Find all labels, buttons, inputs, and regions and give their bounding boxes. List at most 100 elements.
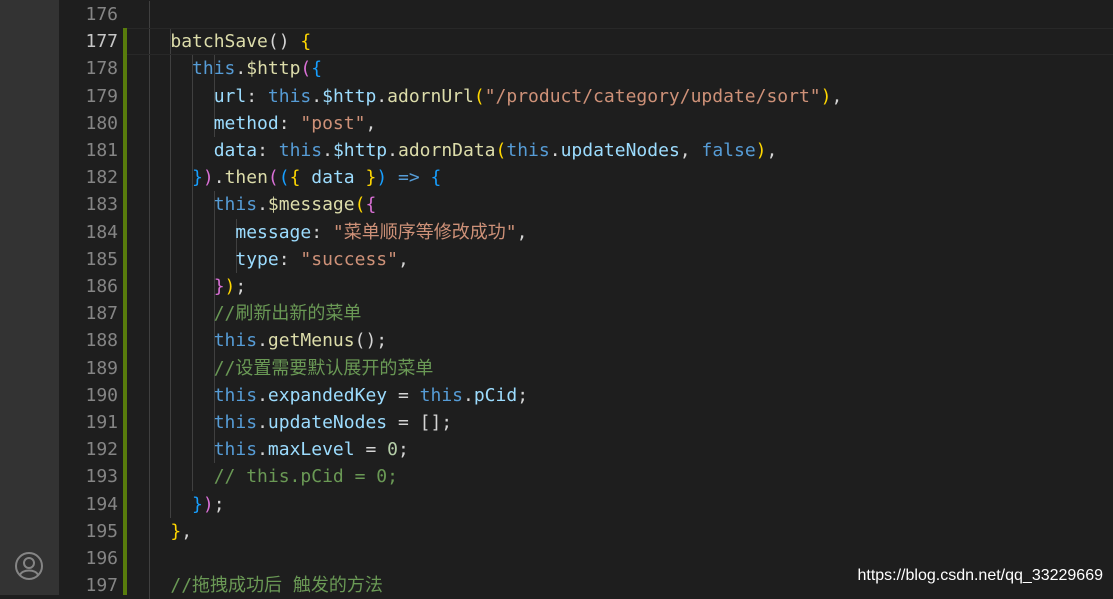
line-number: 185 [85, 248, 118, 270]
line-number: 187 [85, 303, 118, 325]
code-token: ( [354, 194, 366, 216]
line-number: 179 [85, 85, 118, 107]
line-number: 192 [85, 439, 118, 461]
code-token: // this.pCid = 0; [213, 466, 398, 488]
code-token: ; [517, 384, 529, 406]
code-token: then [224, 167, 268, 189]
code-token: ) [202, 493, 214, 515]
code-token: . [387, 140, 398, 161]
code-token: : [278, 248, 301, 270]
code-token: , [516, 221, 528, 243]
code-line[interactable]: 181 data: this.$http.adornData(this.upda… [85, 137, 1113, 164]
code-text: method: "post", [127, 110, 377, 137]
code-token: this [267, 85, 312, 107]
code-token: this [213, 439, 258, 461]
code-text: // this.pCid = 0; [127, 463, 398, 490]
code-line[interactable]: 186 }); [85, 273, 1113, 300]
code-token: ) [202, 167, 214, 189]
code-token: . [549, 140, 561, 161]
code-token: $http [322, 85, 377, 107]
code-line[interactable]: 195 }, [85, 518, 1113, 545]
code-line[interactable]: 179 url: this.$http.adornUrl("/product/c… [85, 83, 1113, 110]
code-token: . [322, 140, 333, 161]
code-token: { [311, 58, 323, 80]
code-token: : [257, 140, 279, 161]
code-token: data [213, 140, 258, 161]
line-number: 190 [85, 384, 118, 406]
code-token: data [311, 167, 355, 189]
code-token: (); [354, 330, 388, 352]
code-line[interactable]: 185 type: "success", [85, 246, 1113, 273]
code-token: . [376, 85, 388, 107]
code-token: ) [376, 167, 388, 189]
code-line[interactable]: 187 //刷新出新的菜单 [85, 300, 1113, 327]
line-number: 196 [85, 548, 118, 569]
line-number: 191 [85, 412, 118, 433]
code-token: getMenus [267, 330, 355, 352]
code-token: adornData [397, 140, 496, 161]
line-number: 195 [85, 520, 118, 542]
code-line[interactable]: 184 message: "菜单顺序等修改成功", [85, 219, 1113, 246]
code-editor[interactable]: 176 177 batchSave() {178 this.$http({179 … [85, 0, 1113, 599]
code-token: ; [235, 276, 247, 297]
line-number: 177 [85, 31, 118, 53]
code-line[interactable]: 189 //设置需要默认展开的菜单 [85, 355, 1113, 382]
line-number: 186 [85, 276, 118, 297]
code-line[interactable]: 183 this.$message({ [85, 191, 1113, 218]
code-line[interactable]: 176 [85, 1, 1113, 28]
code-line[interactable]: 193 // this.pCid = 0; [85, 463, 1113, 490]
code-line[interactable]: 191 this.updateNodes = []; [85, 409, 1113, 436]
code-text: batchSave() { [127, 28, 311, 55]
code-token: "post" [300, 112, 366, 134]
code-token: "success" [300, 248, 398, 270]
code-token: updateNodes [560, 140, 680, 161]
code-token: this [192, 58, 236, 80]
line-number: 184 [85, 221, 118, 243]
code-text: }); [127, 491, 225, 518]
code-line[interactable]: 188 this.getMenus(); [85, 327, 1113, 354]
code-token: . [257, 194, 268, 216]
line-number: 189 [85, 357, 118, 379]
code-token: $http [246, 58, 301, 80]
code-token: ( [267, 167, 279, 189]
code-token: { [300, 31, 312, 53]
line-number: 183 [85, 194, 118, 216]
code-token: { [430, 167, 442, 189]
code-text: this.updateNodes = []; [127, 409, 452, 436]
code-line[interactable]: 180 method: "post", [85, 110, 1113, 137]
code-text: data: this.$http.adornData(this.updateNo… [127, 137, 778, 164]
code-text: }).then(({ data }) => { [127, 164, 441, 191]
code-token: } [192, 167, 203, 189]
code-token: //设置需要默认展开的菜单 [213, 357, 434, 379]
code-text: this.maxLevel = 0; [127, 436, 409, 463]
code-token: , [397, 248, 409, 270]
code-line[interactable]: 182 }).then(({ data }) => { [85, 164, 1113, 191]
code-token: . [311, 85, 323, 107]
code-token: { [289, 167, 312, 189]
code-line[interactable]: 190 this.expandedKey = this.pCid; [85, 382, 1113, 409]
code-token: batchSave [170, 31, 268, 53]
code-line[interactable]: 178 this.$http({ [85, 55, 1113, 82]
code-token: expandedKey [267, 384, 388, 406]
code-line[interactable]: 194 }); [85, 491, 1113, 518]
code-token: ) [820, 85, 832, 107]
code-token: => [387, 167, 431, 189]
code-line[interactable]: 177 batchSave() { [85, 28, 1113, 55]
code-token: message [235, 221, 312, 243]
code-token: "菜单顺序等修改成功" [332, 221, 517, 243]
code-text: type: "success", [127, 246, 409, 273]
code-token: type [235, 248, 279, 270]
code-token: false [701, 140, 756, 161]
code-token: } [354, 167, 377, 189]
code-line[interactable]: 192 this.maxLevel = 0; [85, 436, 1113, 463]
